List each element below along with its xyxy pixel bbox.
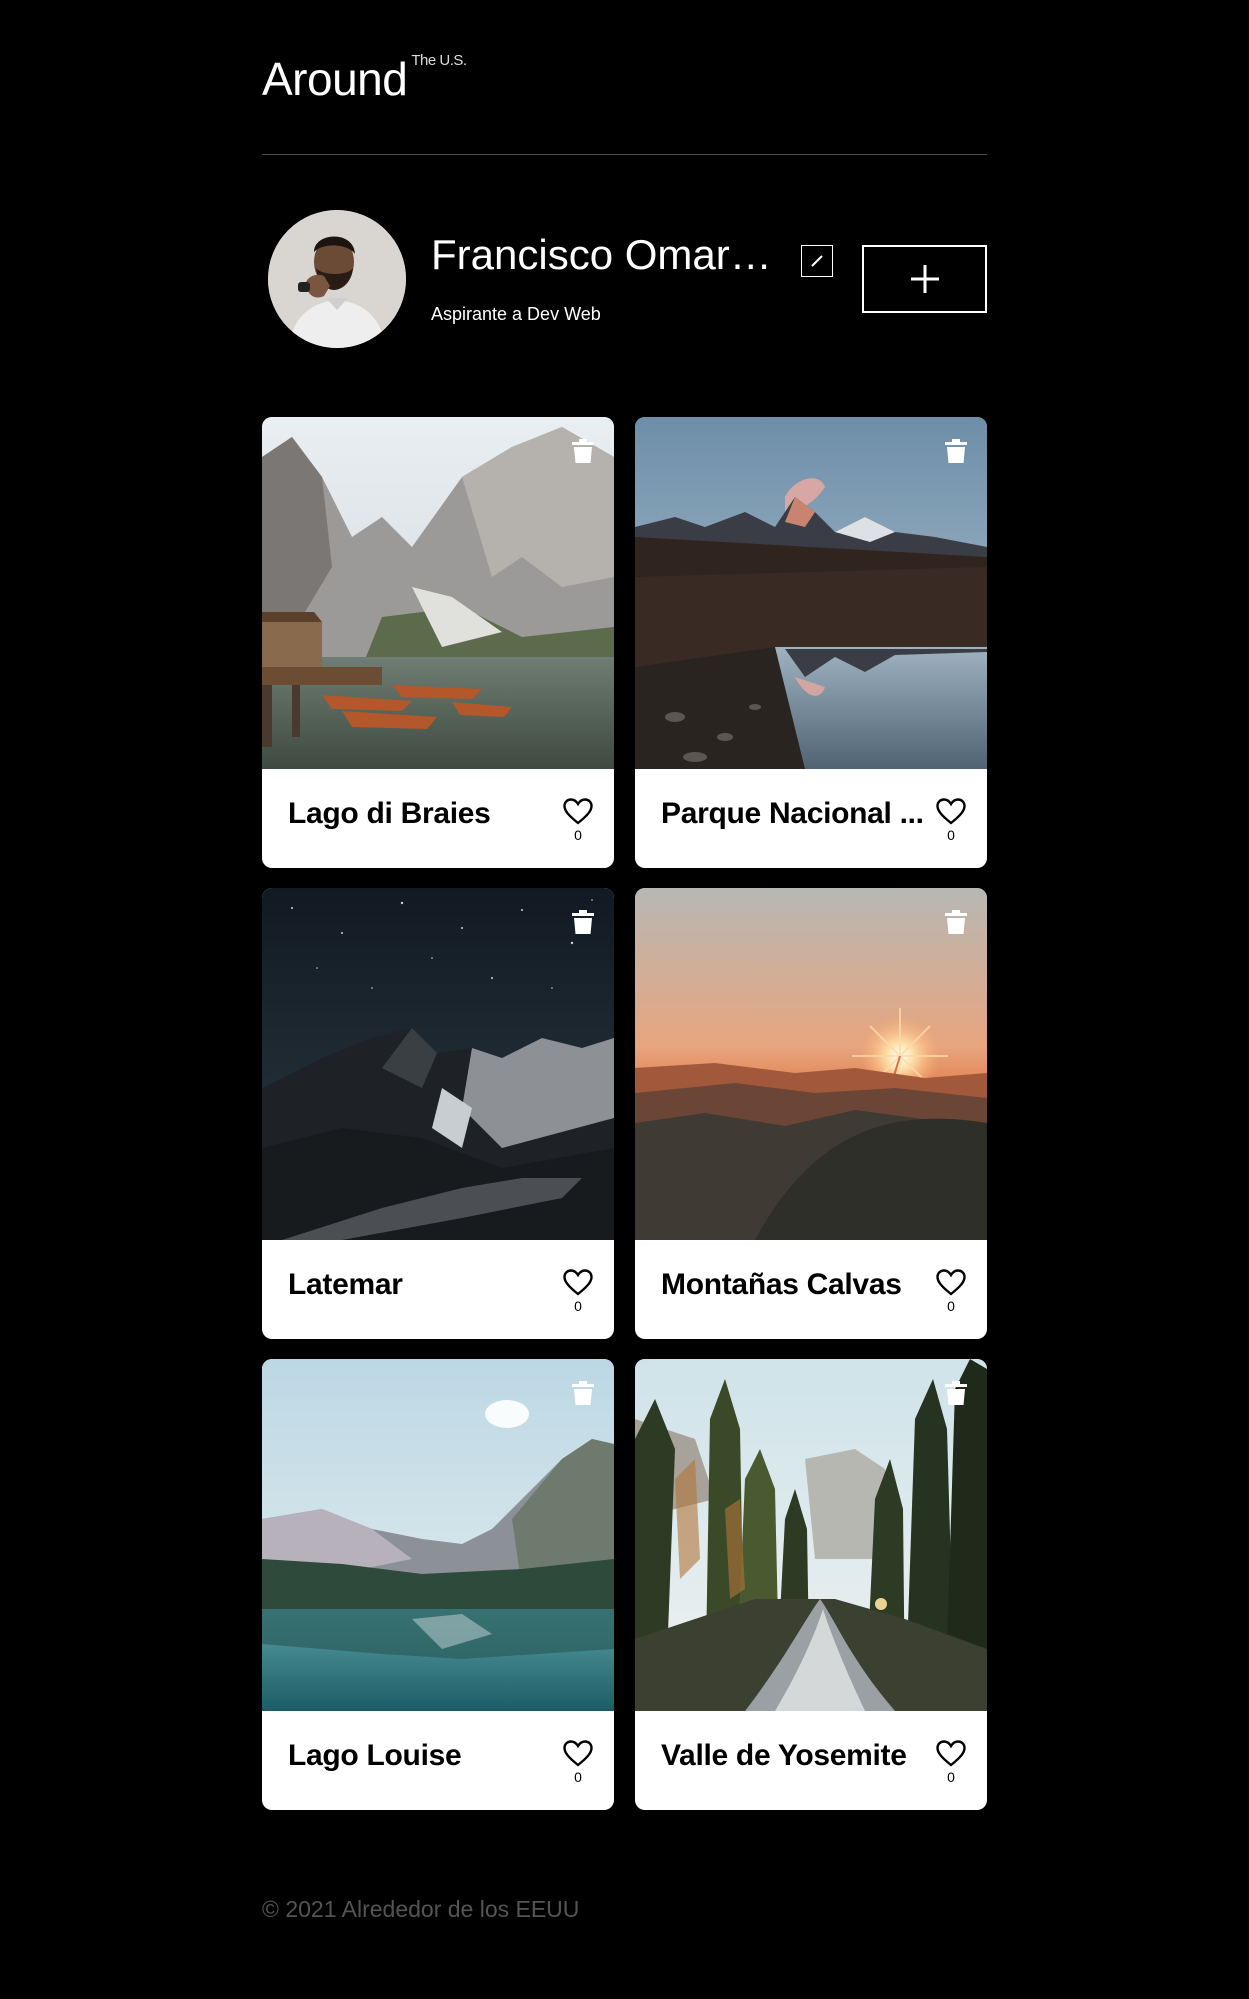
card-image[interactable] [262,1359,614,1711]
logo[interactable]: Around The U.S. [262,52,467,106]
like-group: 0 [935,1740,967,1785]
night-mountain-photo [262,888,614,1240]
place-card: Lago di Braies 0 [262,417,614,868]
place-card: Lago Louise 0 [262,1359,614,1810]
trash-icon[interactable] [572,910,594,934]
card-footer: Latemar 0 [262,1240,614,1339]
card-image[interactable] [262,888,614,1240]
card-image[interactable] [635,888,987,1240]
like-count: 0 [947,1769,955,1785]
turquoise-lake-photo [262,1359,614,1711]
trash-icon[interactable] [572,439,594,463]
heart-icon[interactable] [936,1269,966,1296]
trash-icon[interactable] [572,1381,594,1405]
plus-icon [910,265,939,293]
heart-icon[interactable] [936,798,966,825]
heart-icon[interactable] [563,798,593,825]
profile-job: Aspirante a Dev Web [431,304,601,325]
like-count: 0 [574,1298,582,1314]
like-count: 0 [574,827,582,843]
card-footer: Lago Louise 0 [262,1711,614,1810]
heart-icon[interactable] [936,1740,966,1767]
logo-text: Around [262,53,408,105]
card-image[interactable] [635,417,987,769]
like-count: 0 [947,1298,955,1314]
card-image[interactable] [262,417,614,769]
like-group: 0 [562,798,594,843]
place-card: Latemar 0 [262,888,614,1339]
card-title: Latemar [288,1268,403,1301]
heart-icon[interactable] [563,1740,593,1767]
card-title: Lago Louise [288,1739,462,1772]
profile-name: Francisco Omar ... [431,232,776,278]
edit-profile-button[interactable] [801,245,833,277]
card-title: Montañas Calvas [661,1268,902,1301]
content: Around The U.S. Francisco Omar ... Aspir… [262,0,987,1810]
like-group: 0 [562,1269,594,1314]
trash-icon[interactable] [945,1381,967,1405]
card-footer: Parque Nacional ... 0 [635,769,987,868]
cards-grid: Lago di Braies 0 Parque Nacional ... 0 L… [262,417,987,1810]
header: Around The U.S. [262,0,987,155]
avatar-image [268,210,406,348]
card-title: Lago di Braies [288,797,491,830]
place-card: Montañas Calvas 0 [635,888,987,1339]
like-count: 0 [947,827,955,843]
card-footer: Lago di Braies 0 [262,769,614,868]
add-place-button[interactable] [862,245,987,313]
lake-mountains-photo [262,417,614,769]
profile-info: Francisco Omar ... Aspirante a Dev Web [431,232,776,325]
card-footer: Montañas Calvas 0 [635,1240,987,1339]
mountain-lake-dusk-photo [635,417,987,769]
trash-icon[interactable] [945,910,967,934]
like-group: 0 [935,798,967,843]
card-title: Parque Nacional ... [661,797,924,830]
copyright-text: © 2021 Alrededor de los EEUU [262,1896,580,1922]
avatar[interactable] [268,210,406,348]
like-group: 0 [935,1269,967,1314]
card-image[interactable] [635,1359,987,1711]
trash-icon[interactable] [945,439,967,463]
footer: © 2021 Alrededor de los EEUU [262,1896,579,1923]
card-title: Valle de Yosemite [661,1739,907,1772]
pencil-icon [811,255,823,267]
logo-superscript: The U.S. [411,52,467,69]
forest-river-photo [635,1359,987,1711]
like-count: 0 [574,1769,582,1785]
heart-icon[interactable] [563,1269,593,1296]
place-card: Parque Nacional ... 0 [635,417,987,868]
page: Around The U.S. Francisco Omar ... Aspir… [0,0,1249,1999]
profile: Francisco Omar ... Aspirante a Dev Web [262,210,987,350]
place-card: Valle de Yosemite 0 [635,1359,987,1810]
like-group: 0 [562,1740,594,1785]
card-footer: Valle de Yosemite 0 [635,1711,987,1810]
sunset-mountains-photo [635,888,987,1240]
